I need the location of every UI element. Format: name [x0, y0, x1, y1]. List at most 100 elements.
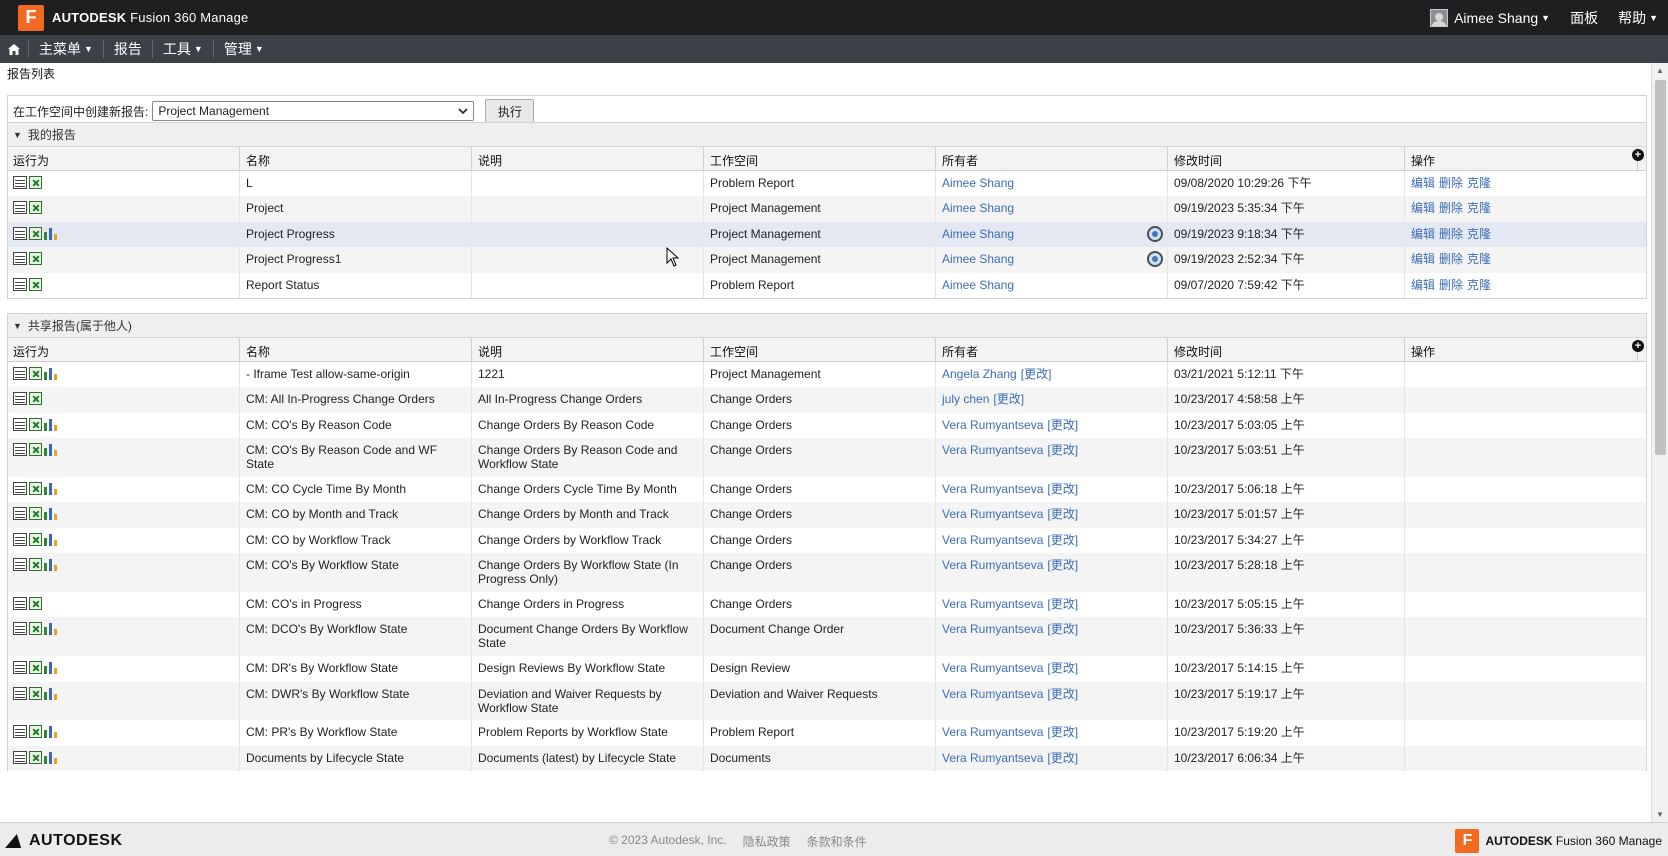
table-view-icon[interactable]	[13, 176, 27, 189]
table-view-icon[interactable]	[13, 277, 27, 291]
change-owner-link[interactable]: [更改]	[1047, 751, 1078, 765]
owner-link[interactable]: Vera Rumyantseva	[942, 507, 1043, 521]
clone-link[interactable]: 克隆	[1467, 278, 1491, 292]
table-view-icon[interactable]	[13, 252, 27, 266]
table-row[interactable]: Documents by Lifecycle State Documents (l…	[8, 745, 1646, 772]
change-owner-link[interactable]: [更改]	[1047, 725, 1078, 739]
excel-export-icon[interactable]	[29, 558, 42, 572]
owner-link[interactable]: Angela Zhang	[942, 367, 1017, 381]
table-row[interactable]: CM: CO's By Reason Code Change Orders By …	[8, 412, 1646, 439]
delete-link[interactable]: 删除	[1439, 278, 1463, 292]
scroll-thumb[interactable]	[1655, 80, 1666, 455]
dashboard-link[interactable]: 面板	[1560, 8, 1608, 28]
fusion-logo-icon[interactable]: F	[18, 4, 44, 31]
col-run-as[interactable]: 运行为	[8, 338, 240, 361]
vertical-scrollbar[interactable]: ▲ ▼	[1651, 63, 1668, 822]
user-menu[interactable]: Aimee Shang ▼	[1420, 8, 1560, 27]
excel-export-icon[interactable]	[29, 417, 42, 431]
delete-link[interactable]: 删除	[1439, 176, 1463, 190]
change-owner-link[interactable]: [更改]	[1047, 533, 1078, 547]
excel-export-icon[interactable]	[29, 596, 42, 610]
my-reports-header[interactable]: ▼ 我的报告	[8, 123, 1646, 147]
clone-link[interactable]: 克隆	[1467, 201, 1491, 215]
change-owner-link[interactable]: [更改]	[1047, 443, 1078, 457]
table-row[interactable]: L Problem Report Aimee Shang 09/08/2020 10:…	[8, 171, 1646, 197]
change-owner-link[interactable]: [更改]	[1047, 687, 1078, 701]
edit-link[interactable]: 编辑	[1411, 278, 1435, 292]
table-view-icon[interactable]	[13, 725, 27, 739]
privacy-link[interactable]: 隐私政策	[743, 833, 791, 850]
table-row[interactable]: Project Progress1 Project Management Aimee…	[8, 247, 1646, 273]
report-name[interactable]: CM: CO Cycle Time By Month	[240, 476, 472, 503]
execute-button[interactable]: 执行	[485, 98, 535, 124]
table-view-icon[interactable]	[13, 201, 27, 215]
main-menu[interactable]: 主菜单 ▼	[29, 39, 103, 59]
delete-link[interactable]: 删除	[1439, 252, 1463, 266]
report-name[interactable]: CM: CO's By Workflow State	[240, 553, 472, 592]
owner-link[interactable]: Aimee Shang	[942, 227, 1014, 241]
edit-link[interactable]: 编辑	[1411, 176, 1435, 190]
terms-link[interactable]: 条款和条件	[807, 833, 867, 850]
delete-link[interactable]: 删除	[1439, 227, 1463, 241]
report-name[interactable]: Project Progress	[240, 221, 472, 248]
excel-export-icon[interactable]	[29, 507, 42, 521]
owner-link[interactable]: Aimee Shang	[942, 278, 1014, 292]
edit-link[interactable]: 编辑	[1411, 201, 1435, 215]
owner-link[interactable]: Vera Rumyantseva	[942, 622, 1043, 636]
report-name[interactable]: Project Progress1	[240, 247, 472, 273]
table-view-icon[interactable]	[13, 367, 27, 380]
table-view-icon[interactable]	[13, 686, 27, 700]
change-owner-link[interactable]: [更改]	[1047, 418, 1078, 432]
scroll-up-icon[interactable]: ▲	[1656, 66, 1664, 75]
table-view-icon[interactable]	[13, 532, 27, 546]
table-row[interactable]: CM: CO's By Reason Code and WF State Chan…	[8, 438, 1646, 477]
scroll-down-icon[interactable]: ▼	[1656, 810, 1664, 819]
owner-link[interactable]: Aimee Shang	[942, 176, 1014, 190]
table-row[interactable]: Project Progress Project Management Aimee …	[8, 221, 1646, 248]
owner-link[interactable]: Vera Rumyantseva	[942, 443, 1043, 457]
excel-export-icon[interactable]	[29, 226, 42, 240]
chart-view-icon[interactable]	[44, 418, 59, 431]
table-view-icon[interactable]	[13, 392, 27, 406]
table-row[interactable]: CM: CO's in Progress Change Orders in Pro…	[8, 591, 1646, 618]
chart-view-icon[interactable]	[44, 558, 59, 572]
excel-export-icon[interactable]	[29, 661, 42, 675]
table-row[interactable]: Project Project Management Aimee Shang 09/1…	[8, 196, 1646, 222]
report-name[interactable]: L	[240, 171, 472, 197]
report-name[interactable]: CM: CO by Workflow Track	[240, 527, 472, 554]
excel-export-icon[interactable]	[29, 392, 42, 406]
chart-view-icon[interactable]	[44, 507, 59, 521]
table-row[interactable]: CM: DWR's By Workflow State Deviation and…	[8, 681, 1646, 721]
owner-link[interactable]: Vera Rumyantseva	[942, 558, 1043, 572]
admin-menu[interactable]: 管理 ▼	[214, 39, 274, 59]
chart-view-icon[interactable]	[44, 443, 59, 457]
report-name[interactable]: CM: PR's By Workflow State	[240, 720, 472, 746]
owner-link[interactable]: july chen	[942, 392, 989, 406]
table-row[interactable]: CM: PR's By Workflow State Problem Report…	[8, 720, 1646, 746]
scheduled-sync-icon[interactable]	[1147, 251, 1163, 268]
change-owner-link[interactable]: [更改]	[1047, 558, 1078, 572]
owner-link[interactable]: Vera Rumyantseva	[942, 725, 1043, 739]
change-owner-link[interactable]: [更改]	[993, 392, 1024, 406]
report-name[interactable]: CM: CO's By Reason Code	[240, 412, 472, 439]
change-owner-link[interactable]: [更改]	[1047, 507, 1078, 521]
report-name[interactable]: CM: CO by Month and Track	[240, 502, 472, 528]
chart-view-icon[interactable]	[44, 367, 59, 380]
table-row[interactable]: CM: CO by Workflow Track Change Orders by…	[8, 527, 1646, 554]
help-menu[interactable]: 帮助 ▼	[1608, 8, 1668, 28]
col-name[interactable]: 名称	[240, 338, 472, 361]
excel-export-icon[interactable]	[29, 532, 42, 546]
excel-export-icon[interactable]	[29, 252, 42, 266]
excel-export-icon[interactable]	[29, 443, 42, 457]
change-owner-link[interactable]: [更改]	[1047, 622, 1078, 636]
clone-link[interactable]: 克隆	[1467, 252, 1491, 266]
table-row[interactable]: Report Status Problem Report Aimee Shang 09…	[8, 272, 1646, 298]
owner-link[interactable]: Vera Rumyantseva	[942, 751, 1043, 765]
excel-export-icon[interactable]	[29, 481, 42, 495]
change-owner-link[interactable]: [更改]	[1047, 597, 1078, 611]
col-owner[interactable]: 所有者	[936, 338, 1168, 361]
report-name[interactable]: CM: CO's in Progress	[240, 591, 472, 618]
chart-view-icon[interactable]	[44, 533, 59, 546]
excel-export-icon[interactable]	[29, 622, 42, 636]
table-view-icon[interactable]	[13, 596, 27, 610]
